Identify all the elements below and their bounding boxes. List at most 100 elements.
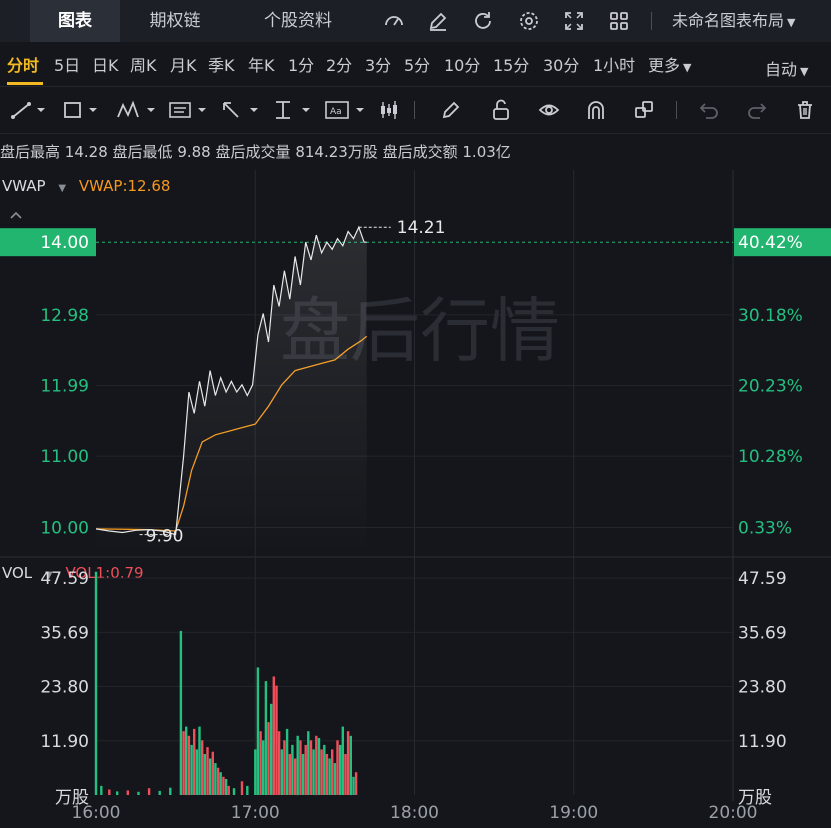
volume-bar [288, 754, 291, 795]
volume-bar [344, 754, 347, 795]
volume-bar [352, 776, 355, 795]
volume-bar [304, 744, 307, 795]
volume-bar [262, 740, 265, 795]
volume-bar [222, 776, 225, 795]
volume-bar [198, 726, 201, 795]
volume-axis-label-right: 35.69 [738, 623, 787, 643]
volume-bar [100, 785, 103, 795]
volume-bar [208, 758, 212, 795]
volume-bar [216, 767, 220, 795]
volume-bar [293, 758, 297, 795]
volume-bar [328, 758, 331, 795]
volume-bar [211, 751, 214, 795]
volume-bar [267, 722, 270, 795]
volume-bar [179, 630, 183, 795]
volume-bar [240, 781, 244, 795]
volume-bar [320, 749, 323, 795]
volume-bar [147, 788, 151, 795]
volume-bar [275, 685, 278, 795]
volume-axis-label-right: 11.90 [738, 732, 787, 752]
volume-bar [254, 749, 257, 795]
volume-bar [270, 703, 273, 795]
volume-axis-label: 47.59 [40, 569, 89, 589]
low-marker-label: 9.90 [146, 527, 184, 547]
volume-bar [264, 681, 268, 795]
chart-grid [0, 170, 831, 801]
volume-bar [116, 791, 119, 795]
volume-bar [354, 772, 358, 795]
volume-bar [158, 790, 161, 795]
volume-bar [259, 731, 262, 795]
volume-bar [280, 749, 283, 795]
volume-bar [206, 747, 209, 795]
volume-bar [193, 728, 196, 795]
volume-bar [224, 779, 228, 795]
volume-unit-label-right: 万股 [738, 788, 772, 808]
volume-bar [325, 754, 329, 795]
volume-bar [277, 731, 281, 795]
volume-bar [285, 728, 289, 795]
volume-bar [214, 763, 217, 795]
volume-bar [307, 731, 310, 795]
volume-bar [185, 726, 188, 795]
volume-bar [339, 744, 342, 795]
volume-bar [309, 740, 313, 795]
volume-bar [108, 789, 111, 795]
volume-bar [317, 738, 321, 795]
price-axis-label: 10.00 [40, 518, 89, 538]
volume-bar [323, 744, 326, 795]
volume-bar [137, 791, 140, 795]
volume-bar [312, 749, 315, 795]
volume-bar [349, 735, 352, 796]
volume-bar [299, 740, 302, 795]
volume-axis-label: 35.69 [40, 623, 89, 643]
x-tick-label: 19:00 [549, 803, 598, 823]
volume-bar [301, 754, 305, 795]
intraday-chart[interactable]: 盘后行情 16:00 17:00 18:00 19:00 20:0010.00 0.33%… [0, 0, 831, 828]
volume-bar [296, 735, 299, 796]
price-axis-label: 11.99 [40, 377, 89, 397]
price-layer [95, 225, 367, 556]
volume-bar [333, 763, 337, 795]
price-area [96, 227, 367, 556]
volume-bar [256, 667, 260, 795]
percent-axis-label: 0.33% [738, 518, 792, 538]
percent-axis-label: 20.23% [738, 377, 803, 397]
volume-axis-label: 11.90 [40, 732, 89, 752]
volume-bar [291, 744, 294, 795]
volume-bar [232, 788, 236, 795]
volume-bar [126, 790, 129, 795]
volume-bar [169, 787, 172, 795]
volume-bar [190, 744, 193, 795]
high-marker-label: 14.21 [397, 218, 446, 238]
volume-bar [336, 740, 339, 795]
volume-bar [346, 731, 350, 795]
volume-axis-label-right: 23.80 [738, 678, 787, 698]
price-axis-label: 11.00 [40, 447, 89, 467]
volume-bar [203, 754, 206, 795]
volume-unit-label: 万股 [55, 788, 89, 808]
current-percent-label: 40.42% [738, 233, 803, 253]
volume-axis-label-right: 47.59 [738, 569, 787, 589]
volume-bar [94, 571, 98, 795]
current-price-label: 14.00 [40, 233, 89, 253]
volume-bar [246, 785, 249, 795]
volume-bar [331, 749, 334, 795]
price-axis-label: 12.98 [40, 306, 89, 326]
volume-layer [94, 571, 358, 796]
x-tick-label: 17:00 [231, 803, 280, 823]
volume-bar [283, 740, 286, 795]
volume-bar [315, 735, 318, 796]
volume-bar [201, 740, 204, 795]
percent-axis-label: 30.18% [738, 306, 803, 326]
volume-axis-label: 23.80 [40, 678, 89, 698]
x-tick-label: 18:00 [390, 803, 439, 823]
percent-axis-label: 10.28% [738, 447, 803, 467]
volume-bar [195, 749, 199, 795]
volume-bar [187, 735, 191, 796]
volume-bar [272, 676, 275, 795]
volume-bar [227, 785, 230, 795]
volume-bar [341, 726, 344, 795]
volume-bar [219, 772, 222, 795]
volume-bar [182, 731, 185, 795]
